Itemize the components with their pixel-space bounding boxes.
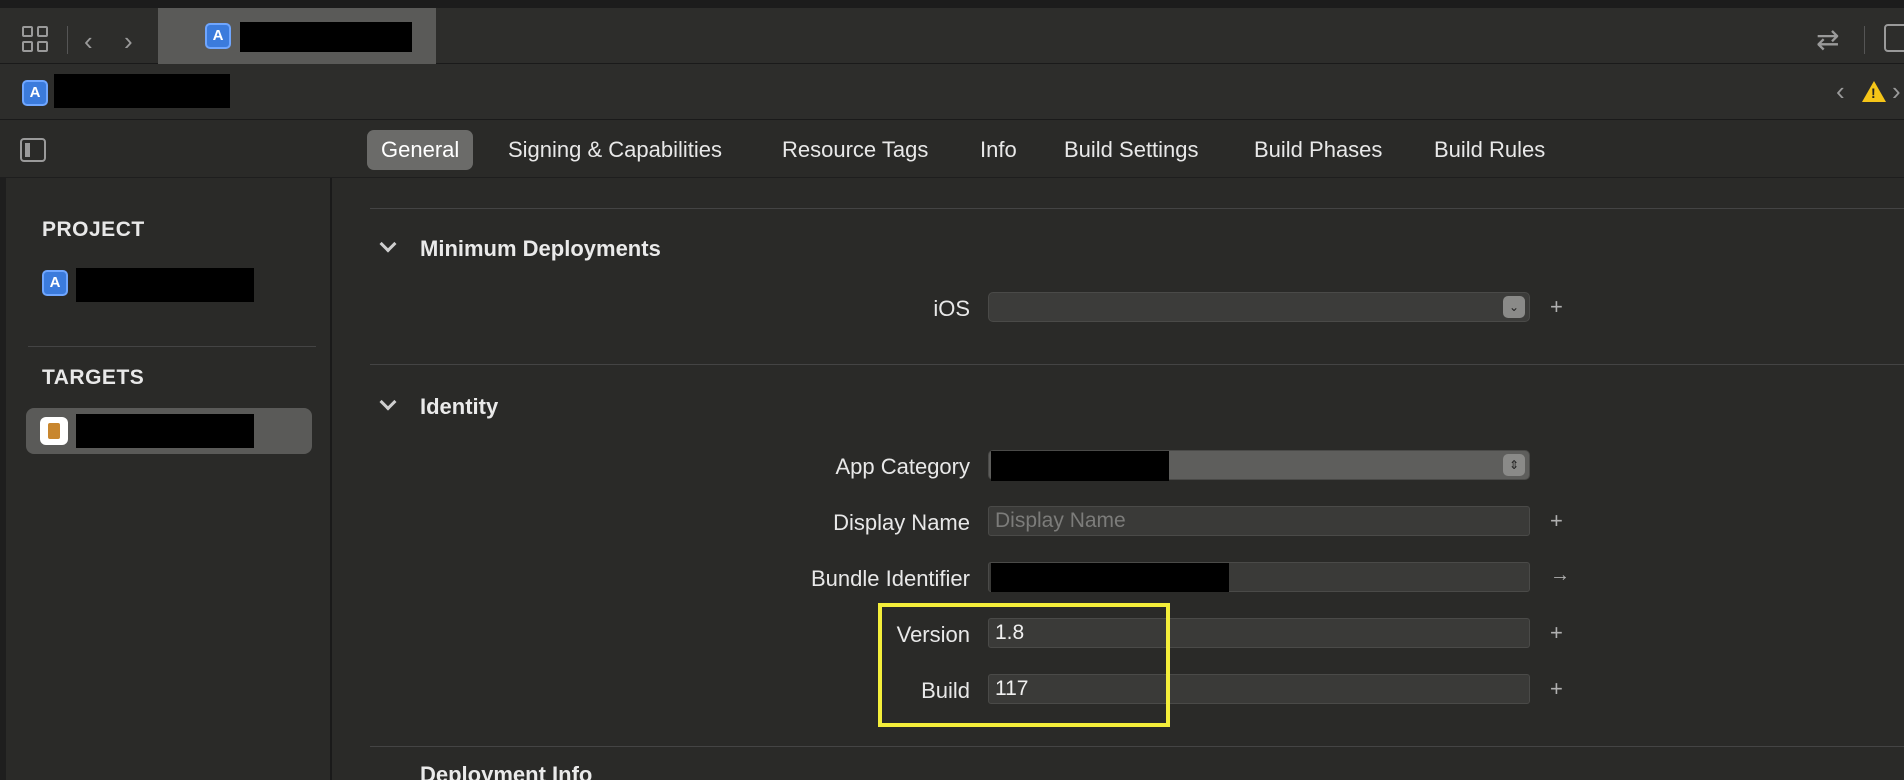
min-deployments-title[interactable]: Minimum Deployments <box>420 236 661 262</box>
section-divider <box>370 746 1904 747</box>
toolbar-divider <box>1864 26 1865 54</box>
redacted-project-name[interactable] <box>54 74 230 108</box>
app-category-select[interactable]: ⇕ <box>988 450 1530 481</box>
redacted-project-name <box>76 268 254 302</box>
tab-build-phases[interactable]: Build Phases <box>1240 130 1396 170</box>
add-editor-icon[interactable] <box>1884 24 1904 52</box>
targets-heading: TARGETS <box>42 366 145 389</box>
section-divider <box>370 208 1904 209</box>
ios-version-select[interactable]: ⌄ <box>988 292 1530 322</box>
identity-title[interactable]: Identity <box>420 394 498 420</box>
window-tab-bar: ‹ › A ⇄ <box>0 0 1904 64</box>
add-build-icon[interactable]: + <box>1550 676 1563 702</box>
ios-label: iOS <box>933 296 970 321</box>
navigator-divider <box>28 346 316 347</box>
redacted-category-value <box>991 451 1169 481</box>
display-name-label: Display Name <box>833 510 970 535</box>
sidebar-toggle-icon[interactable] <box>20 138 46 162</box>
add-version-icon[interactable]: + <box>1550 620 1563 646</box>
version-build-highlight <box>878 603 1170 727</box>
xcode-project-icon: A <box>42 270 68 296</box>
toolbar-divider <box>67 26 68 54</box>
add-display-name-icon[interactable]: + <box>1550 508 1563 534</box>
up-down-chevron-icon: ⇕ <box>1503 454 1525 476</box>
tab-general[interactable]: General <box>367 130 474 170</box>
chevron-left-icon[interactable]: ‹ <box>1836 76 1845 107</box>
bundle-identifier-field[interactable] <box>988 562 1530 592</box>
display-name-field[interactable]: Display Name <box>988 506 1530 536</box>
redacted-tab-title <box>240 22 412 52</box>
app-category-label: App Category <box>835 454 970 479</box>
general-settings-pane: Minimum Deployments iOS ⌄ + Identity App… <box>334 178 1904 780</box>
xcode-project-icon: A <box>205 23 231 49</box>
arrow-right-icon[interactable]: → <box>1550 564 1570 587</box>
navigator-edge <box>0 178 6 780</box>
bundle-identifier-label: Bundle Identifier <box>811 566 970 591</box>
project-editor-tabs: General Signing & Capabilities Resource … <box>0 120 1904 178</box>
chevron-down-icon[interactable] <box>379 235 397 253</box>
chevron-down-icon: ⌄ <box>1503 296 1525 318</box>
add-ios-icon[interactable]: + <box>1550 294 1563 320</box>
tab-resource-tags[interactable]: Resource Tags <box>768 130 942 170</box>
jump-bar: A ‹ › <box>0 64 1904 120</box>
file-tab[interactable]: A <box>158 8 436 64</box>
grid-icon[interactable] <box>22 26 50 54</box>
project-heading: PROJECT <box>42 218 145 241</box>
redacted-bundle-id <box>991 563 1229 592</box>
tab-info[interactable]: Info <box>966 130 1031 170</box>
project-navigator: PROJECT A TARGETS <box>0 178 332 780</box>
tab-signing-capabilities[interactable]: Signing & Capabilities <box>494 130 736 170</box>
tab-build-settings[interactable]: Build Settings <box>1050 130 1213 170</box>
chevron-down-icon[interactable] <box>379 393 397 411</box>
tab-build-rules[interactable]: Build Rules <box>1420 130 1559 170</box>
chevron-right-icon[interactable]: › <box>124 28 133 54</box>
swap-arrows-icon[interactable]: ⇄ <box>1816 26 1839 54</box>
chevron-right-icon[interactable]: › <box>1892 76 1901 107</box>
warning-icon[interactable] <box>1862 81 1886 102</box>
redacted-target-name <box>76 414 254 448</box>
chevron-left-icon[interactable]: ‹ <box>84 28 93 54</box>
app-target-icon <box>40 417 68 445</box>
xcode-project-icon[interactable]: A <box>22 80 48 106</box>
deployment-info-title[interactable]: Deployment Info <box>420 762 592 780</box>
target-item[interactable] <box>26 408 312 454</box>
section-divider <box>370 364 1904 365</box>
